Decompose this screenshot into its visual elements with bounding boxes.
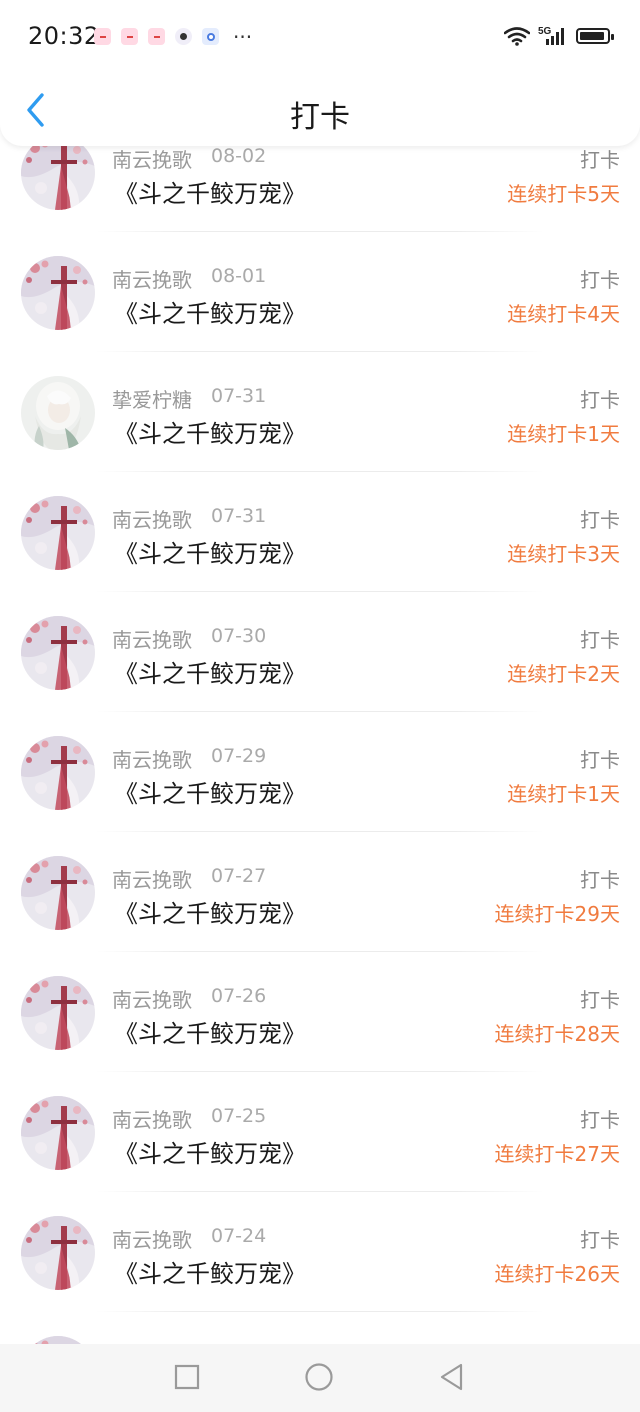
user-avatar[interactable]	[21, 976, 95, 1050]
checkin-date: 07-29	[211, 745, 267, 767]
user-name: 南云挽歌	[112, 148, 192, 172]
notification-app-icon	[94, 28, 111, 45]
checkin-date: 07-31	[211, 505, 267, 527]
checkin-date: 07-24	[211, 1225, 267, 1247]
book-title: 《斗之千鲛万宠》	[114, 180, 306, 208]
checkin-action-label: 打卡	[580, 628, 620, 652]
user-name: 南云挽歌	[112, 1108, 192, 1132]
notification-app-icon	[175, 28, 192, 45]
screen: 南云挽歌 08-02 《斗之千鲛万宠》 打卡 连续打卡5天 南云挽歌 08-01 《斗之千鲛万…	[0, 0, 640, 1412]
book-title: 《斗之千鲛万宠》	[114, 540, 306, 568]
user-name: 挚爱柠糖	[112, 388, 192, 412]
user-name: 南云挽歌	[112, 268, 192, 292]
checkin-row[interactable]: 南云挽歌 07-27 《斗之千鲛万宠》 打卡连续打卡29天	[0, 832, 640, 952]
checkin-date: 08-02	[211, 145, 267, 167]
checkin-action-label: 打卡	[580, 1228, 620, 1252]
triangle-back-icon	[440, 1363, 463, 1391]
book-title: 《斗之千鲛万宠》	[114, 1020, 306, 1048]
notification-app-icon	[202, 28, 219, 45]
system-back-button[interactable]	[436, 1362, 466, 1392]
user-name: 南云挽歌	[112, 868, 192, 892]
user-name: 南云挽歌	[112, 988, 192, 1012]
notification-app-icon	[121, 28, 138, 45]
checkin-row[interactable]: 挚爱柠糖 07-31 《斗之千鲛万宠》 打卡连续打卡1天	[0, 352, 640, 472]
checkin-date: 07-31	[211, 385, 267, 407]
checkin-action-label: 打卡	[580, 988, 620, 1012]
streak-label: 连续打卡5天	[507, 182, 620, 206]
status-right: 5G	[504, 25, 614, 47]
status-time: 20:32	[28, 22, 100, 50]
user-avatar[interactable]	[21, 376, 95, 450]
streak-label: 连续打卡3天	[507, 542, 620, 566]
status-bar: 20:32 ··· 5G	[0, 0, 640, 74]
checkin-date: 07-30	[211, 625, 267, 647]
user-name: 南云挽歌	[112, 628, 192, 652]
book-title: 《斗之千鲛万宠》	[114, 1140, 306, 1168]
checkin-list: 南云挽歌 08-02 《斗之千鲛万宠》 打卡 连续打卡5天 南云挽歌 08-01 《斗之千鲛万…	[0, 112, 640, 1412]
wifi-icon	[504, 27, 530, 46]
recent-apps-button[interactable]	[172, 1362, 202, 1392]
book-title: 《斗之千鲛万宠》	[114, 660, 306, 688]
signal-5g-icon: 5G	[538, 26, 564, 45]
checkin-row[interactable]: 南云挽歌 08-01 《斗之千鲛万宠》 打卡连续打卡4天	[0, 232, 640, 352]
user-avatar[interactable]	[21, 856, 95, 930]
streak-label: 连续打卡4天	[507, 302, 620, 326]
system-nav-bar	[0, 1344, 640, 1412]
checkin-row[interactable]: 南云挽歌 07-26 《斗之千鲛万宠》 打卡连续打卡28天	[0, 952, 640, 1072]
user-avatar[interactable]	[21, 1096, 95, 1170]
streak-label: 连续打卡28天	[494, 1022, 620, 1046]
checkin-row[interactable]: 南云挽歌 07-24 《斗之千鲛万宠》 打卡连续打卡26天	[0, 1192, 640, 1312]
checkin-row[interactable]: 南云挽歌 07-30 《斗之千鲛万宠》 打卡连续打卡2天	[0, 592, 640, 712]
checkin-action-label: 打卡	[580, 268, 620, 292]
network-type-label: 5G	[538, 26, 552, 37]
user-name: 南云挽歌	[112, 1228, 192, 1252]
checkin-row[interactable]: 南云挽歌 07-31 《斗之千鲛万宠》 打卡连续打卡3天	[0, 472, 640, 592]
checkin-action-label: 打卡	[580, 508, 620, 532]
more-notifications-icon: ···	[233, 24, 253, 49]
notification-icons: ···	[94, 24, 253, 49]
user-avatar[interactable]	[21, 616, 95, 690]
streak-label: 连续打卡27天	[494, 1142, 620, 1166]
checkin-action-label: 打卡	[580, 748, 620, 772]
checkin-action-label: 打卡	[580, 868, 620, 892]
user-avatar[interactable]	[21, 256, 95, 330]
streak-label: 连续打卡2天	[507, 662, 620, 686]
notification-app-icon	[148, 28, 165, 45]
square-icon	[174, 1364, 200, 1390]
book-title: 《斗之千鲛万宠》	[114, 300, 306, 328]
user-avatar[interactable]	[21, 1216, 95, 1290]
checkin-date: 07-26	[211, 985, 267, 1007]
checkin-row[interactable]: 南云挽歌 07-25 《斗之千鲛万宠》 打卡连续打卡27天	[0, 1072, 640, 1192]
checkin-date: 08-01	[211, 265, 267, 287]
streak-label: 连续打卡1天	[507, 422, 620, 446]
checkin-date: 07-27	[211, 865, 267, 887]
book-title: 《斗之千鲛万宠》	[114, 1260, 306, 1288]
user-name: 南云挽歌	[112, 508, 192, 532]
checkin-date: 07-25	[211, 1105, 267, 1127]
book-title: 《斗之千鲛万宠》	[114, 420, 306, 448]
checkin-action-label: 打卡	[580, 388, 620, 412]
checkin-action-label: 打卡	[580, 148, 620, 172]
battery-icon	[576, 28, 614, 44]
user-avatar[interactable]	[21, 136, 95, 210]
user-avatar[interactable]	[21, 496, 95, 570]
book-title: 《斗之千鲛万宠》	[114, 780, 306, 808]
book-title: 《斗之千鲛万宠》	[114, 900, 306, 928]
home-button[interactable]	[304, 1362, 334, 1392]
checkin-row[interactable]: 南云挽歌 07-29 《斗之千鲛万宠》 打卡连续打卡1天	[0, 712, 640, 832]
page-title: 打卡	[290, 100, 350, 135]
streak-label: 连续打卡29天	[494, 902, 620, 926]
header: 20:32 ··· 5G 打卡	[0, 0, 640, 146]
user-name: 南云挽歌	[112, 748, 192, 772]
streak-label: 连续打卡26天	[494, 1262, 620, 1286]
user-avatar[interactable]	[21, 736, 95, 810]
streak-label: 连续打卡1天	[507, 782, 620, 806]
title-bar: 打卡	[0, 74, 640, 146]
checkin-action-label: 打卡	[580, 1108, 620, 1132]
circle-icon	[305, 1363, 333, 1391]
